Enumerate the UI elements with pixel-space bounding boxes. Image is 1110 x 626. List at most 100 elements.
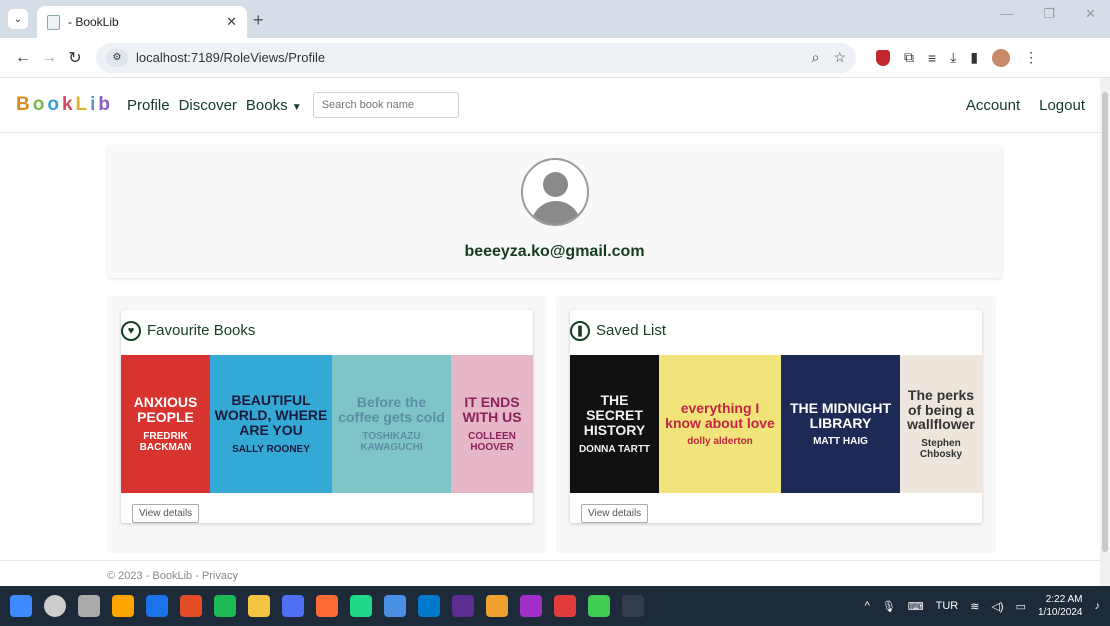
taskbar-app-icon[interactable]: [350, 595, 372, 617]
page-content: beeeyza.ko@gmail.com ♥ Favourite Books A…: [0, 133, 1110, 583]
system-tray: ^ 🎙 ⌨ TUR ≋ ◁) ▭ 2:22 AM 1/10/2024 ♪: [865, 593, 1110, 619]
brand-letter: L: [75, 94, 91, 115]
clock-date: 1/10/2024: [1038, 607, 1083, 618]
taskbar-app-icon[interactable]: [10, 595, 32, 617]
taskbar-app-icon[interactable]: [214, 595, 236, 617]
nav-account[interactable]: Account: [966, 97, 1020, 114]
taskbar-app-icon[interactable]: [146, 595, 168, 617]
tab-title: - BookLib: [68, 15, 119, 29]
book-title: THE MIDNIGHT LIBRARY: [789, 399, 892, 431]
chrome-menu-icon[interactable]: ⋮: [1024, 49, 1038, 66]
nav-books-label: Books: [245, 96, 288, 114]
brand-letter: B: [16, 94, 33, 115]
search-input[interactable]: [312, 92, 459, 118]
clock[interactable]: 2:22 AM 1/10/2024: [1038, 593, 1083, 619]
os-taskbar: ^ 🎙 ⌨ TUR ≋ ◁) ▭ 2:22 AM 1/10/2024 ♪: [0, 586, 1110, 626]
close-tab-icon[interactable]: ✕: [226, 14, 237, 30]
favourites-view-details-button[interactable]: View details: [132, 504, 200, 523]
favourites-card: ♥ Favourite Books ANXIOUS PEOPLE FREDRIK …: [121, 310, 533, 523]
forward-icon[interactable]: →: [36, 49, 62, 67]
book-author: TOSHIKAZU KAWAGUCHI: [360, 430, 423, 453]
back-icon[interactable]: ←: [10, 49, 36, 67]
taskbar-app-icon[interactable]: [180, 595, 202, 617]
taskbar-app-icon[interactable]: [384, 595, 406, 617]
taskbar-app-icon[interactable]: [316, 595, 338, 617]
taskbar-app-icon[interactable]: [418, 595, 440, 617]
taskbar-app-icon[interactable]: [78, 595, 100, 617]
volume-icon[interactable]: ◁): [991, 600, 1003, 613]
nav-right: Account Logout: [966, 97, 1094, 114]
saved-header: ❚ Saved List: [570, 310, 982, 341]
microphone-icon[interactable]: 🎙: [882, 600, 896, 613]
taskbar-app-icon[interactable]: [248, 595, 270, 617]
saved-book-cover[interactable]: The perks of being a wallflower Stephen C…: [900, 355, 982, 493]
taskbar-app-icon[interactable]: [282, 595, 304, 617]
favourites-header: ♥ Favourite Books: [121, 310, 533, 341]
url-field[interactable]: ⚙ localhost:7189/RoleViews/Profile ⌕ ☆: [96, 42, 856, 73]
minimize-icon[interactable]: —: [1000, 6, 1013, 22]
taskbar-app-icon[interactable]: [520, 595, 542, 617]
book-author: DONNA TARTT: [578, 443, 651, 455]
saved-book-cover[interactable]: THE SECRET HISTORY DONNA TARTT: [570, 355, 659, 493]
extensions-icon[interactable]: ⧉: [904, 49, 914, 66]
taskbar-app-icon[interactable]: [44, 595, 66, 617]
taskbar-app-icon[interactable]: [486, 595, 508, 617]
ublock-icon[interactable]: [876, 49, 890, 66]
tray-chevron-icon[interactable]: ^: [865, 600, 870, 612]
restore-icon[interactable]: ❐: [1043, 6, 1055, 22]
scrollbar-thumb[interactable]: [1102, 92, 1108, 552]
notification-bell-icon[interactable]: ♪: [1095, 600, 1101, 612]
saved-covers: THE SECRET HISTORY DONNA TARTT everything …: [570, 355, 982, 493]
favourites-book-cover[interactable]: ANXIOUS PEOPLE FREDRIK BACKMAN: [121, 355, 210, 493]
favourites-book-cover[interactable]: Before the coffee gets cold TOSHIKAZU KAW…: [332, 355, 451, 493]
favourites-title: Favourite Books: [147, 322, 256, 339]
wifi-icon[interactable]: ≋: [970, 600, 979, 613]
book-title: THE SECRET HISTORY: [583, 392, 646, 438]
book-title: IT ENDS WITH US: [462, 394, 522, 425]
side-panel-icon[interactable]: ▮: [970, 49, 978, 66]
zoom-icon[interactable]: ⌕: [812, 49, 820, 66]
taskbar-app-icon[interactable]: [554, 595, 576, 617]
heart-icon: ♥: [121, 320, 141, 341]
bookmark-icon: ❚: [570, 320, 590, 341]
reload-icon[interactable]: ↻: [62, 48, 88, 68]
book-author: FREDRIK BACKMAN: [139, 430, 192, 453]
language-indicator[interactable]: TUR: [936, 600, 959, 612]
nav-logout[interactable]: Logout: [1039, 97, 1085, 114]
user-email: beeeyza.ko@gmail.com: [464, 243, 645, 260]
brand-letter: o: [32, 94, 48, 115]
avatar-head: [542, 172, 568, 197]
bookmark-star-icon[interactable]: ☆: [833, 49, 846, 66]
keyboard-icon[interactable]: ⌨: [908, 600, 924, 613]
site-info-icon[interactable]: ⚙: [106, 48, 128, 67]
nav-profile[interactable]: Profile: [127, 97, 170, 114]
user-avatar-icon: [520, 158, 589, 226]
taskbar-app-icon[interactable]: [588, 595, 610, 617]
browser-tab[interactable]: - BookLib ✕: [37, 6, 247, 38]
battery-icon[interactable]: ▭: [1016, 600, 1026, 613]
reading-list-icon[interactable]: ≡: [928, 50, 936, 66]
saved-book-cover[interactable]: everything I know about love dolly aldert…: [659, 355, 781, 493]
saved-view-details-button[interactable]: View details: [581, 504, 649, 523]
url-text: localhost:7189/RoleViews/Profile: [136, 50, 326, 65]
saved-book-cover[interactable]: THE MIDNIGHT LIBRARY MATT HAIG: [781, 355, 900, 493]
taskbar-app-icon[interactable]: [112, 595, 134, 617]
favourites-panel: ♥ Favourite Books ANXIOUS PEOPLE FREDRIK …: [107, 296, 547, 553]
profile-card: beeeyza.ko@gmail.com: [107, 145, 1002, 278]
downloads-icon[interactable]: ⤓: [950, 49, 956, 66]
profile-avatar-icon[interactable]: [992, 48, 1011, 67]
page-scrollbar[interactable]: [1100, 78, 1110, 586]
saved-title: Saved List: [596, 322, 667, 339]
favourites-book-cover[interactable]: BEAUTIFUL WORLD, WHERE ARE YOU SALLY ROON…: [210, 355, 332, 493]
brand-logo[interactable]: BookLib: [16, 94, 113, 116]
nav-discover[interactable]: Discover: [179, 97, 237, 114]
nav-books-dropdown[interactable]: Books ▼: [246, 97, 302, 114]
tab-search-icon[interactable]: ⌄: [8, 9, 28, 29]
favourites-book-cover[interactable]: IT ENDS WITH US COLLEEN HOOVER: [451, 355, 533, 493]
book-title: everything I know about love: [665, 399, 775, 431]
book-title: ANXIOUS PEOPLE: [133, 394, 198, 425]
new-tab-icon[interactable]: +: [253, 10, 264, 31]
taskbar-app-icon[interactable]: [622, 595, 644, 617]
close-window-icon[interactable]: ✕: [1085, 6, 1096, 22]
taskbar-app-icon[interactable]: [452, 595, 474, 617]
